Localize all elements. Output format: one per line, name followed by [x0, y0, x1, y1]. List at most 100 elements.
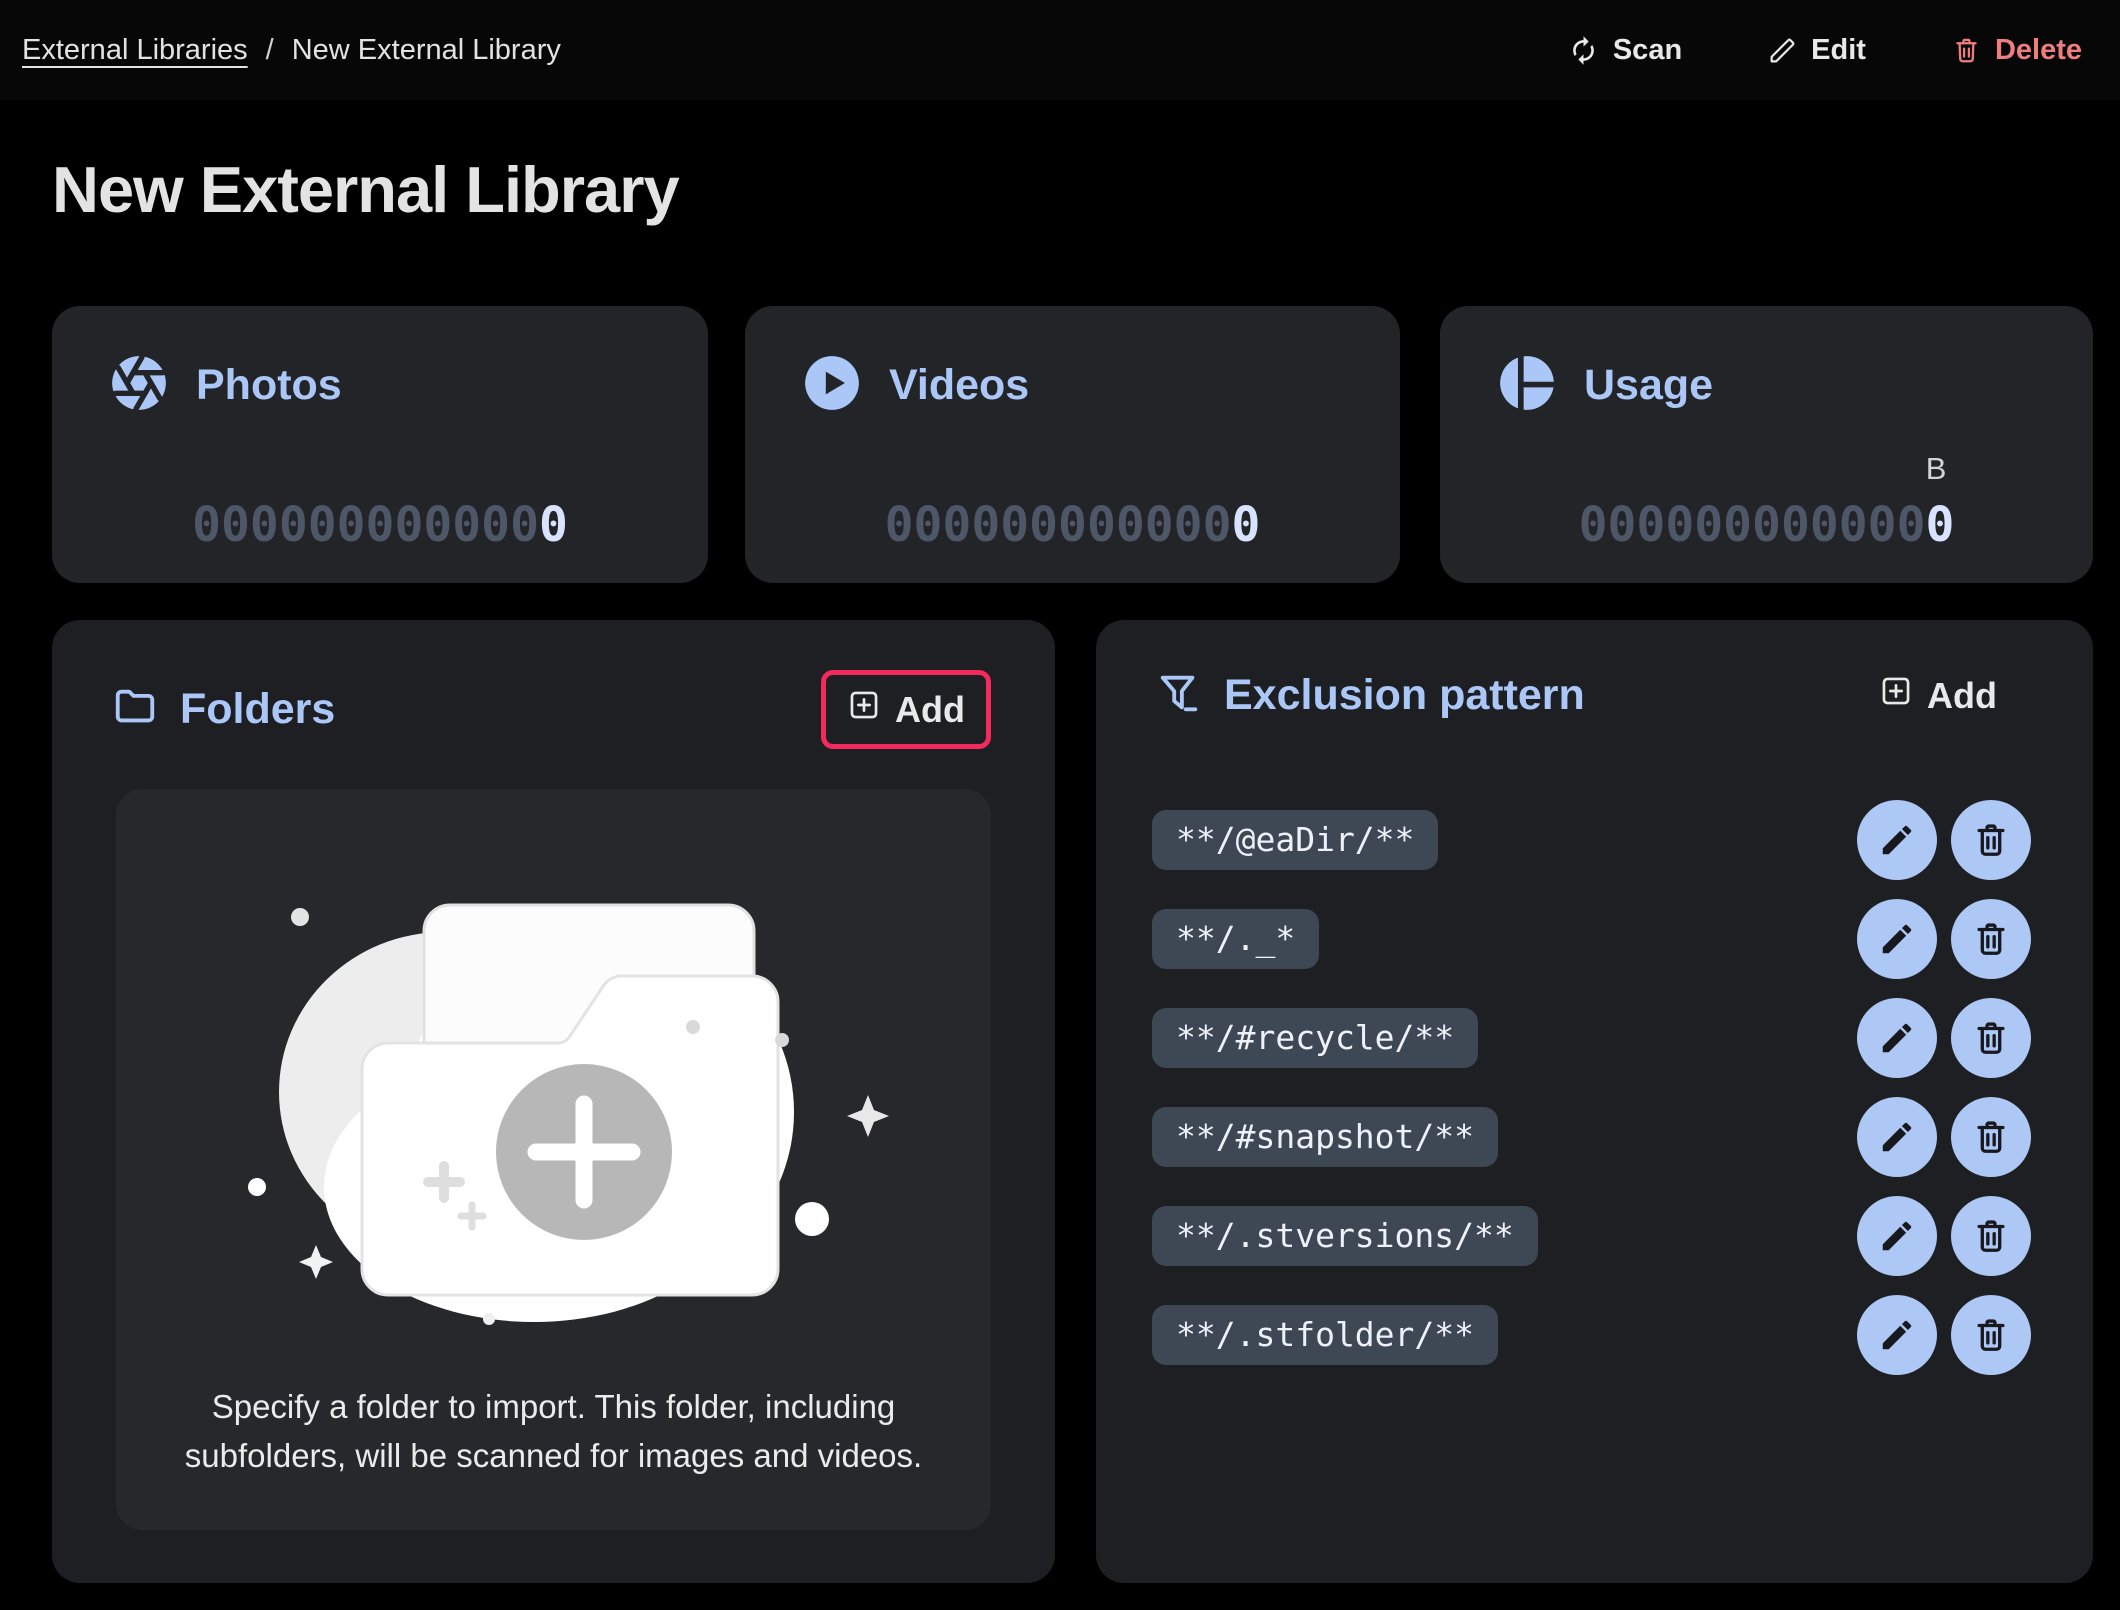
trash-icon — [1972, 1217, 2010, 1255]
edit-pattern-button[interactable] — [1857, 998, 1937, 1078]
add-folder-button[interactable]: Add — [821, 670, 991, 749]
usage-unit: B — [1926, 453, 1947, 484]
delete-pattern-button[interactable] — [1951, 899, 2031, 979]
leading-zero-digit: 0 — [914, 497, 943, 553]
external-library-page: External Libraries / New External Librar… — [0, 0, 2120, 1610]
leading-zero-digit: 0 — [1174, 497, 1203, 553]
count-value-digit: 0 — [539, 497, 568, 553]
exclusion-pattern-list: **/@eaDir/** **/._* — [1096, 790, 2093, 1384]
folders-empty-caption: Specify a folder to import. This folder,… — [152, 1382, 955, 1480]
leading-zero-digit: 0 — [1723, 497, 1752, 553]
edit-pattern-button[interactable] — [1857, 1097, 1937, 1177]
leading-zero-digit: 0 — [366, 497, 395, 553]
leading-zero-digit: 0 — [1839, 497, 1868, 553]
leading-zero-digit: 0 — [279, 497, 308, 553]
photos-count: 0000000000000 — [52, 501, 708, 549]
leading-zero-digit: 0 — [250, 497, 279, 553]
exclusion-pattern-row: **/.stversions/** — [1096, 1186, 2093, 1285]
trash-icon — [1952, 36, 1981, 65]
leading-zero-digit: 0 — [1868, 497, 1897, 553]
folders-empty-illustration — [204, 867, 904, 1342]
leading-zero-digit: 0 — [423, 497, 452, 553]
exclusion-pattern-row: **/@eaDir/** — [1096, 790, 2093, 889]
count-value-digit: 0 — [1231, 497, 1260, 553]
delete-button[interactable]: Delete — [1946, 33, 2088, 68]
exclusion-pattern-chip: **/._* — [1152, 909, 1319, 969]
usage-stat-card: Usage 0000000000000 B — [1440, 306, 2093, 583]
leading-zero-digit: 0 — [1116, 497, 1145, 553]
usage-card-label: Usage — [1584, 361, 1713, 410]
photos-stat-card: Photos 0000000000000 — [52, 306, 708, 583]
plus-square-icon — [1879, 674, 1913, 717]
leading-zero-digit: 0 — [1029, 497, 1058, 553]
trash-icon — [1972, 1118, 2010, 1156]
pencil-icon — [1878, 1316, 1916, 1354]
pencil-icon — [1878, 1118, 1916, 1156]
add-exclusion-pattern-button[interactable]: Add — [1879, 674, 1997, 717]
leading-zero-digit: 0 — [1781, 497, 1810, 553]
videos-card-label: Videos — [889, 361, 1029, 410]
delete-pattern-button[interactable] — [1951, 1295, 2031, 1375]
videos-card-header: Videos — [745, 306, 1400, 419]
leading-zero-digit: 0 — [394, 497, 423, 553]
breadcrumb-external-libraries-link[interactable]: External Libraries — [22, 34, 248, 67]
pattern-row-actions — [1857, 899, 2031, 979]
pencil-icon — [1878, 1217, 1916, 1255]
exclusion-pattern-row: **/#snapshot/** — [1096, 1087, 2093, 1186]
trash-icon — [1972, 1316, 2010, 1354]
page-title: New External Library — [52, 152, 679, 227]
photos-card-label: Photos — [196, 361, 342, 410]
leading-zero-digit: 0 — [1608, 497, 1637, 553]
pattern-row-actions — [1857, 1196, 2031, 1276]
filter-icon — [1156, 670, 1202, 721]
count-value-digit: 0 — [1925, 497, 1954, 553]
folders-title-group: Folders — [112, 684, 335, 735]
leading-zero-digit: 0 — [1665, 497, 1694, 553]
edit-pattern-button[interactable] — [1857, 899, 1937, 979]
play-circle-icon — [801, 352, 863, 419]
exclusion-pattern-row: **/#recycle/** — [1096, 988, 2093, 1087]
exclusion-pattern-chip: **/#recycle/** — [1152, 1008, 1478, 1068]
plus-square-icon — [847, 688, 881, 731]
pattern-row-actions — [1857, 800, 2031, 880]
usage-card-header: Usage — [1440, 306, 2093, 419]
exclusion-pattern-chip: **/.stversions/** — [1152, 1206, 1538, 1266]
delete-pattern-button[interactable] — [1951, 998, 2031, 1078]
leading-zero-digit: 0 — [971, 497, 1000, 553]
leading-zero-digit: 0 — [1636, 497, 1665, 553]
edit-button-label: Edit — [1811, 34, 1866, 67]
trash-icon — [1972, 920, 2010, 958]
delete-pattern-button[interactable] — [1951, 1196, 2031, 1276]
folder-icon — [112, 684, 158, 735]
edit-pattern-button[interactable] — [1857, 800, 1937, 880]
leading-zero-digit: 0 — [1810, 497, 1839, 553]
leading-zero-digit: 0 — [1087, 497, 1116, 553]
delete-pattern-button[interactable] — [1951, 1097, 2031, 1177]
leading-zero-digit: 0 — [337, 497, 366, 553]
pattern-row-actions — [1857, 998, 2031, 1078]
edit-pattern-button[interactable] — [1857, 1196, 1937, 1276]
delete-pattern-button[interactable] — [1951, 800, 2031, 880]
exclusion-pattern-chip: **/@eaDir/** — [1152, 810, 1438, 870]
add-folder-label: Add — [895, 689, 965, 731]
edit-pattern-button[interactable] — [1857, 1295, 1937, 1375]
exclusion-pattern-panel: Exclusion pattern Add **/@eaDir/** — [1096, 620, 2093, 1583]
trash-icon — [1972, 1019, 2010, 1057]
leading-zero-digit: 0 — [1694, 497, 1723, 553]
pencil-icon — [1878, 920, 1916, 958]
leading-zero-digit: 0 — [1579, 497, 1608, 553]
leading-zero-digit: 0 — [221, 497, 250, 553]
add-exclusion-pattern-label: Add — [1927, 675, 1997, 717]
folders-empty-state: Specify a folder to import. This folder,… — [116, 789, 991, 1530]
pattern-row-actions — [1857, 1097, 2031, 1177]
sync-icon — [1568, 35, 1599, 66]
exclusion-pattern-row: **/.stfolder/** — [1096, 1285, 2093, 1384]
edit-button[interactable]: Edit — [1762, 33, 1872, 68]
pencil-icon — [1878, 1019, 1916, 1057]
scan-button[interactable]: Scan — [1562, 33, 1688, 68]
breadcrumb: External Libraries / New External Librar… — [22, 34, 561, 67]
top-bar: External Libraries / New External Librar… — [0, 0, 2120, 100]
leading-zero-digit: 0 — [885, 497, 914, 553]
leading-zero-digit: 0 — [1752, 497, 1781, 553]
scan-button-label: Scan — [1613, 34, 1682, 67]
